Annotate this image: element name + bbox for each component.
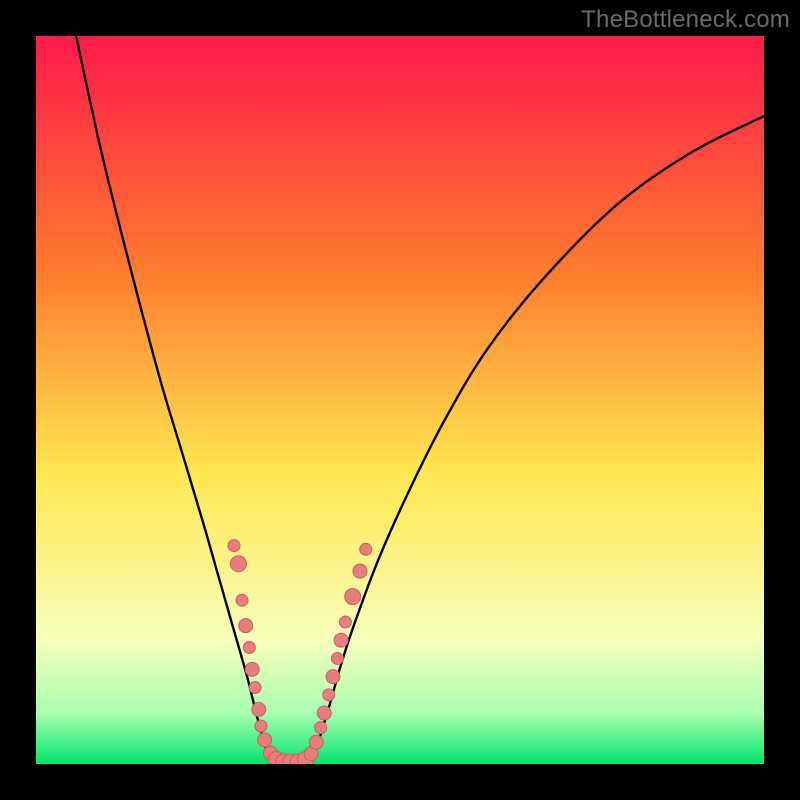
data-dot	[236, 594, 248, 606]
data-dot	[245, 662, 259, 676]
data-dot	[317, 706, 331, 720]
chart-overlay	[36, 36, 764, 764]
data-dot	[360, 543, 372, 555]
data-dot	[239, 619, 253, 633]
data-dot	[353, 564, 367, 578]
data-dot	[326, 670, 340, 684]
data-dot	[230, 556, 246, 572]
watermark-text: TheBottleneck.com	[581, 6, 790, 34]
data-dot	[243, 642, 255, 654]
data-dot	[258, 733, 272, 747]
data-dot	[255, 720, 267, 732]
data-dot	[228, 540, 240, 552]
data-dot	[315, 722, 327, 734]
data-dot	[331, 652, 343, 664]
chart-frame: TheBottleneck.com	[0, 0, 800, 800]
data-dots	[228, 540, 372, 764]
bottleneck-curve	[76, 36, 764, 763]
data-dot	[309, 735, 323, 749]
data-dot	[345, 589, 361, 605]
plot-area	[36, 36, 764, 764]
data-dot	[249, 682, 261, 694]
data-dot	[323, 689, 335, 701]
data-dot	[252, 702, 266, 716]
data-dot	[334, 633, 348, 647]
data-dot	[339, 616, 351, 628]
